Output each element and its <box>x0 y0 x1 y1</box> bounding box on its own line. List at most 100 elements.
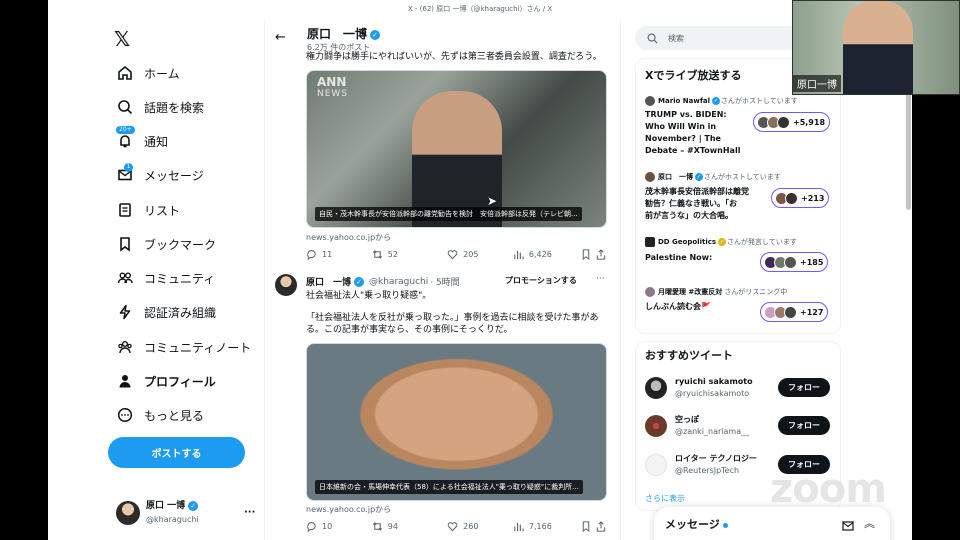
user-handle: @zanki_nariama__ <box>675 427 750 436</box>
nav-more[interactable]: もっと見る <box>116 404 204 426</box>
post-button[interactable]: ポストする <box>108 437 245 468</box>
nav-notifications[interactable]: 20+ 通知 <box>116 126 168 152</box>
repost-icon <box>372 249 382 260</box>
participant-name: 原口一博 <box>793 75 841 92</box>
nav-bookmarks[interactable]: ブックマーク <box>116 233 216 255</box>
nav-label: もっと見る <box>144 408 205 423</box>
space-title[interactable]: 茂木幹事長安倍派幹部は離党 勧告？仁義なき戦い。「お 前が言うな」の大合唱。 <box>645 186 760 222</box>
avatar[interactable] <box>275 274 297 296</box>
profile-header-name: 原口 一博 ✓ <box>307 25 381 42</box>
back-arrow-icon[interactable]: ← <box>275 30 286 45</box>
link-domain[interactable]: news.yahoo.co.jpから <box>306 232 391 243</box>
nav-explore[interactable]: 話題を検索 <box>116 96 204 118</box>
heart-icon <box>447 522 458 532</box>
space-listeners[interactable]: +127 <box>760 302 829 322</box>
share-button[interactable] <box>596 249 611 260</box>
avatar <box>645 415 667 437</box>
unread-dot <box>722 522 728 528</box>
user-name: ryuichi sakamoto <box>675 377 753 386</box>
verified-badge-icon: ✓ <box>188 500 199 511</box>
space-host: 月曜愛理 #改憲反対 さんがリスニング中 <box>645 287 787 297</box>
space-host: Mario Nawfal ✓ さんがホストしています <box>645 96 798 106</box>
views-button[interactable]: 7,166 <box>513 521 581 532</box>
tweet-more-icon[interactable]: ··· <box>596 274 605 284</box>
new-message-icon[interactable] <box>842 517 855 536</box>
like-button[interactable]: 260 <box>447 521 513 532</box>
share-button[interactable] <box>596 521 611 532</box>
repost-button[interactable]: 94 <box>372 521 447 532</box>
account-switcher[interactable]: 原口 一博 ✓ @kharaguchi <box>116 500 256 526</box>
x-logo-icon[interactable]: 𝕏 <box>114 28 136 50</box>
image-caption: 自民・茂木幹事長が安倍派幹部の離党勧告を検討 安倍派幹部は反発（テレビ朝... <box>315 207 582 221</box>
nav-communities[interactable]: コミュニティ <box>116 267 215 289</box>
verified-badge-icon: ✓ <box>370 29 381 40</box>
avatar <box>645 377 667 399</box>
tweet-text-line: る。この記事が事実なら、その事例にそっくりだ。 <box>306 325 513 335</box>
nav-label: 話題を検索 <box>144 100 205 115</box>
zoom-video-tile[interactable]: 原口一博 <box>792 0 960 95</box>
follow-button[interactable]: フォロー <box>778 416 830 435</box>
follow-button[interactable]: フォロー <box>778 378 830 397</box>
nav-label: コミュニティ <box>144 271 216 286</box>
user-name: ロイター テクノロジー <box>675 454 757 463</box>
like-button[interactable]: 205 <box>447 249 513 260</box>
nav-verified-orgs[interactable]: 認証済み組織 <box>116 301 216 323</box>
image-caption: 日本維新の会・馬場伸幸代表（58）による社会福祉法人"乗っ取り疑惑"に裁判所..… <box>315 480 583 494</box>
person-icon <box>116 372 134 390</box>
nav-home[interactable]: ホーム <box>116 62 180 84</box>
nav-lists[interactable]: リスト <box>116 199 180 221</box>
reply-button[interactable]: 10 <box>306 521 372 532</box>
messages-drawer-title[interactable]: メッセージ <box>665 516 728 532</box>
message-badge: 1 <box>124 163 133 172</box>
nav-label: コミュニティノート <box>144 340 252 355</box>
share-icon <box>596 249 606 260</box>
tweet-text: 権力闘争は勝手にやればいいが、先ずは第三者委員会設置、調査だろう。 <box>306 52 602 62</box>
space-listeners[interactable]: +213 <box>771 188 830 208</box>
tweet-author-name[interactable]: 原口 一博 <box>306 275 351 288</box>
avatar <box>645 96 655 106</box>
nav-messages[interactable]: 1 メッセージ <box>116 163 204 186</box>
home-icon <box>116 64 134 82</box>
reply-button[interactable]: 11 <box>306 249 372 260</box>
tweet-time[interactable]: · 5時間 <box>430 275 459 288</box>
mouse-cursor-icon: ➤ <box>487 194 498 208</box>
avatar <box>645 172 655 182</box>
tweet-image[interactable]: 日本維新の会・馬場伸幸代表（58）による社会福祉法人"乗っ取り疑惑"に裁判所..… <box>306 343 607 501</box>
community-icon <box>116 269 134 287</box>
window-title: X - (62) 原口 一博（@kharaguchi）さん / X <box>407 5 553 13</box>
nav-profile[interactable]: プロフィール <box>116 370 216 392</box>
account-name: 原口 一博 <box>146 501 186 511</box>
repost-button[interactable]: 52 <box>372 249 447 260</box>
tweet-image[interactable]: ANN NEWS 自民・茂木幹事長が安倍派幹部の離党勧告を検討 安倍派幹部は反発… <box>306 70 607 228</box>
notes-icon <box>116 338 134 356</box>
link-domain[interactable]: news.yahoo.co.jpから <box>306 504 391 515</box>
space-listeners[interactable]: +185 <box>760 252 829 272</box>
lightning-icon <box>116 303 134 321</box>
avatar <box>645 237 655 247</box>
ann-logo-sub: NEWS <box>317 89 349 99</box>
space-host: DD Geopolitics ✓ さんが発言しています <box>645 237 797 247</box>
space-title[interactable]: しんぶん読む会🚩 <box>645 301 750 313</box>
bookmark-button[interactable] <box>581 249 596 260</box>
promote-button[interactable]: プロモーションする <box>505 275 577 286</box>
tweet-actions: 11 52 205 6,426 <box>306 249 611 260</box>
bookmark-icon <box>116 235 134 253</box>
nav-label: ホーム <box>144 66 180 81</box>
space-listeners[interactable]: +5,918 <box>753 112 831 132</box>
space-title[interactable]: Palestine Now: <box>645 252 750 264</box>
space-title[interactable]: TRUMP vs. BIDEN: Who Will Win in November?… <box>645 109 750 157</box>
nav-label: 認証済み組織 <box>144 305 217 320</box>
tweet-author-handle[interactable]: @kharaguchi <box>369 277 428 287</box>
list-icon <box>116 201 134 219</box>
bookmark-button[interactable] <box>581 521 596 532</box>
nav-community-notes[interactable]: コミュニティノート <box>116 336 251 358</box>
user-name: 空っぽ <box>675 415 699 424</box>
chevron-up-icon[interactable]: ︽ <box>864 515 875 531</box>
nav-label: リスト <box>144 203 181 218</box>
bookmark-icon <box>582 521 589 532</box>
verified-badge-icon: ✓ <box>718 238 727 246</box>
account-more-icon[interactable]: ··· <box>244 507 255 518</box>
search-placeholder: 検索 <box>668 33 684 43</box>
show-more-link[interactable]: さらに表示 <box>645 493 685 504</box>
views-button[interactable]: 6,426 <box>513 249 581 260</box>
